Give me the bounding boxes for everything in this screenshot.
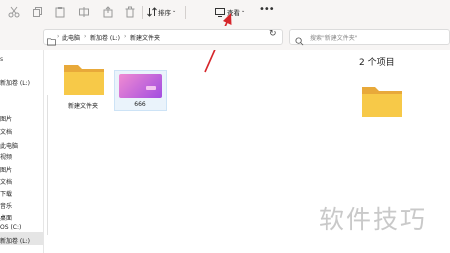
watermark-text: 软件技巧	[319, 205, 428, 234]
breadcrumb-drive[interactable]: 新加卷 (L:)	[90, 33, 120, 42]
breadcrumb-this-pc[interactable]: 此电脑	[62, 33, 80, 42]
sidebar-item-documents-2[interactable]: 文档	[0, 177, 12, 186]
chevron-down-icon: ⌄	[241, 8, 246, 14]
search-icon	[295, 31, 304, 46]
file-name-folder[interactable]: 新建文件夹	[58, 101, 108, 110]
rename-icon[interactable]	[78, 6, 90, 18]
sidebar-item-pictures[interactable]: 图片	[0, 114, 12, 123]
sidebar-item-this-pc[interactable]: 此电脑	[0, 141, 18, 150]
sort-icon	[146, 6, 158, 18]
sidebar-item-pictures-2[interactable]: 图片	[0, 165, 12, 174]
toolbar-divider	[185, 6, 186, 19]
sidebar-item-music[interactable]: 音乐	[0, 201, 12, 210]
sidebar-item-drive-l-2[interactable]: 新加卷 (L:)	[0, 236, 30, 245]
sidebar-item-videos[interactable]: 视频	[0, 152, 12, 161]
share-icon[interactable]	[102, 6, 114, 18]
sort-button[interactable]: 排序	[158, 7, 171, 17]
chevron-right-icon: ›	[57, 33, 60, 40]
search-input[interactable]: 搜索"新建文件夹"	[310, 33, 358, 42]
delete-icon[interactable]	[124, 6, 136, 18]
chevron-right-icon: ›	[84, 33, 87, 40]
sidebar-item-desktop[interactable]: 桌面	[0, 213, 12, 222]
sidebar-scrollbar[interactable]	[47, 95, 48, 235]
copy-icon[interactable]	[32, 6, 44, 18]
paste-icon[interactable]	[54, 6, 66, 18]
item-count: 2 个项目	[359, 58, 395, 68]
more-options-button[interactable]: •••	[259, 4, 275, 15]
nav-partial-item: s	[0, 56, 4, 63]
toolbar-divider	[142, 6, 143, 19]
cut-icon[interactable]	[8, 6, 20, 18]
breadcrumb-folder[interactable]: 新建文件夹	[130, 33, 160, 42]
sidebar-item-downloads[interactable]: 下载	[0, 189, 12, 198]
refresh-icon[interactable]: ↻	[269, 29, 277, 39]
sidebar-item-drive-c[interactable]: OS (C:)	[0, 224, 21, 231]
thumbnail-detail	[146, 86, 156, 90]
chevron-right-icon: ›	[124, 33, 127, 40]
folder-icon[interactable]	[62, 61, 106, 97]
file-name-image[interactable]: 666	[115, 101, 165, 108]
folder-icon	[47, 31, 56, 46]
sidebar-item-documents[interactable]: 文档	[0, 127, 12, 136]
chevron-down-icon: ⌄	[172, 8, 177, 14]
folder-preview-icon	[361, 84, 403, 118]
sidebar-item-drive-l[interactable]: 新加卷 (L:)	[0, 78, 30, 87]
